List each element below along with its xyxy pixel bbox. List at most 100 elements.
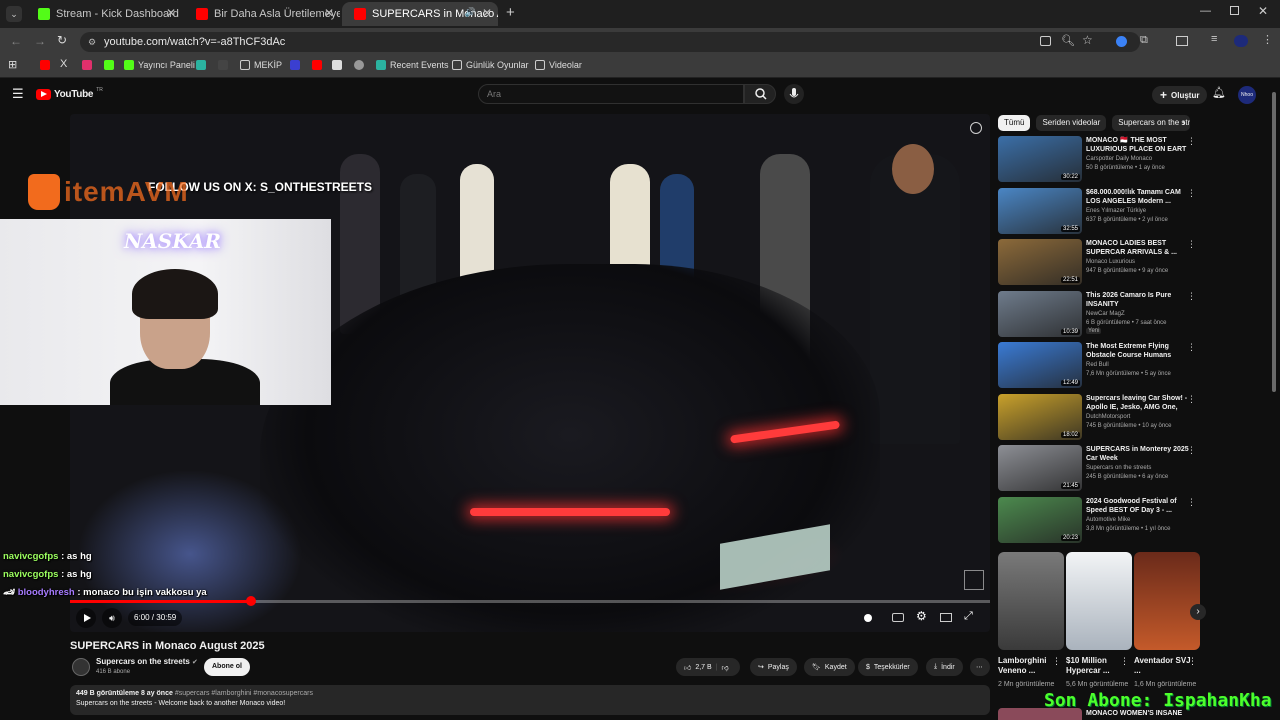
autoplay-toggle[interactable] bbox=[864, 614, 872, 622]
video-thumbnail[interactable]: 12:49 bbox=[998, 342, 1082, 388]
reading-list-icon[interactable]: ≡ bbox=[1211, 33, 1217, 45]
settings-gear-icon[interactable]: ⚙ bbox=[916, 609, 927, 623]
recommended-video[interactable]: 20:23 2024 Goodwood Festival of Speed BES… bbox=[998, 496, 1198, 543]
video-title[interactable]: This 2026 Camaro Is Pure INSANITY bbox=[1086, 291, 1190, 309]
url-bar[interactable]: ⚙ youtube.com/watch?v=-a8ThCF3dAc bbox=[80, 32, 1140, 52]
video-title[interactable]: 2024 Goodwood Festival of Speed BEST OF … bbox=[1086, 497, 1190, 515]
share-button[interactable]: ↪ Paylaş bbox=[750, 658, 797, 676]
recommended-video[interactable]: 32:55 $68.000.000!lık Tamamı CAM LOS ANGE… bbox=[998, 187, 1198, 234]
video-thumbnail[interactable]: 22:51 bbox=[998, 239, 1082, 285]
bookmark-instagram-icon[interactable] bbox=[82, 60, 92, 70]
create-button[interactable]: + Oluştur bbox=[1152, 86, 1208, 104]
video-title[interactable]: MONACO LADIES BEST SUPERCAR ARRIVALS & .… bbox=[1086, 239, 1190, 257]
recommended-video[interactable]: 18:02 Supercars leaving Car Show! - Apoll… bbox=[998, 393, 1198, 440]
video-description[interactable]: 449 B görüntüleme 8 ay önce #supercars #… bbox=[70, 685, 990, 715]
short-thumbnail[interactable] bbox=[998, 552, 1064, 650]
restore-window-icon[interactable] bbox=[1230, 6, 1239, 15]
video-title[interactable]: MONACO 🇲🇨 THE MOST LUXURIOUS PLACE ON EA… bbox=[1086, 136, 1190, 154]
bookmark-icon[interactable] bbox=[290, 60, 300, 70]
desc-tags[interactable]: #supercars #lamborghini #monacosupercars bbox=[175, 690, 313, 697]
bookmark-yayinci-paneli[interactable]: Yayıncı Paneli bbox=[124, 60, 195, 70]
recommended-video[interactable]: 22:51 MONACO LADIES BEST SUPERCAR ARRIVAL… bbox=[998, 239, 1198, 285]
voice-search-button[interactable] bbox=[784, 84, 804, 104]
miniplayer-icon[interactable] bbox=[940, 613, 952, 622]
bookmark-youtube-icon[interactable] bbox=[40, 60, 50, 70]
minimize-window-icon[interactable]: — bbox=[1200, 5, 1211, 17]
chips-next-chevron-icon[interactable]: › bbox=[1182, 117, 1186, 129]
scrollbar[interactable] bbox=[1272, 92, 1276, 392]
close-tab-icon[interactable]: ✕ bbox=[482, 6, 492, 20]
tab-kick-dashboard[interactable]: Stream - Kick Dashboard ✕ bbox=[26, 2, 182, 26]
video-title[interactable]: $68.000.000!lık Tamamı CAM LOS ANGELES M… bbox=[1086, 188, 1190, 206]
bookmark-icon[interactable] bbox=[218, 60, 228, 70]
channel-name[interactable]: Carspotter Daily Monaco bbox=[1086, 156, 1152, 162]
more-options-icon[interactable]: ⋮ bbox=[1187, 497, 1196, 508]
volume-button[interactable]: 🔊︎ bbox=[102, 608, 122, 628]
bookmark-youtube-icon[interactable] bbox=[312, 60, 322, 70]
recommended-video[interactable]: 12:49 The Most Extreme Flying Obstacle Co… bbox=[998, 342, 1198, 388]
play-button[interactable] bbox=[76, 608, 96, 628]
tab-youtube-video-1[interactable]: Bir Daha Asla Üretilemeyecek C ✕ bbox=[184, 2, 340, 26]
fullscreen-icon[interactable]: ⤢ bbox=[964, 610, 973, 623]
search-input[interactable]: Ara bbox=[478, 84, 744, 104]
channel-name[interactable]: Automotive Mike bbox=[1086, 517, 1130, 523]
site-info-icon[interactable]: ⚙ bbox=[88, 32, 96, 52]
like-button[interactable]: 👍︎ 2,7 B | 👎︎ bbox=[676, 658, 740, 676]
subtitles-icon[interactable] bbox=[892, 613, 904, 622]
recommended-video[interactable]: 30:22 MONACO 🇲🇨 THE MOST LUXURIOUS PLACE … bbox=[998, 136, 1198, 182]
progress-bar[interactable] bbox=[70, 596, 990, 606]
download-button[interactable]: ⤓ İndir bbox=[926, 658, 963, 676]
close-tab-icon[interactable]: ✕ bbox=[166, 6, 176, 20]
bookmark-icon[interactable] bbox=[354, 60, 364, 70]
video-thumbnail[interactable]: 20:23 bbox=[998, 496, 1082, 543]
next-rec-title[interactable]: MONACO WOMEN'S INSANE bbox=[1086, 710, 1182, 717]
channel-name[interactable]: Red Bull bbox=[1086, 362, 1109, 368]
install-app-icon[interactable] bbox=[1040, 36, 1051, 46]
channel-name[interactable]: Monaco Luxurious bbox=[1086, 259, 1135, 265]
search-button[interactable] bbox=[744, 84, 776, 104]
short-thumbnail[interactable] bbox=[1066, 552, 1132, 650]
bookmark-videolar[interactable]: Videolar bbox=[535, 60, 582, 70]
short-thumbnail[interactable] bbox=[1134, 552, 1200, 650]
video-thumbnail[interactable]: 32:55 bbox=[998, 187, 1082, 234]
bookmark-kick-icon[interactable] bbox=[104, 60, 114, 70]
account-avatar[interactable]: Nhoo bbox=[1238, 86, 1256, 104]
youtube-logo[interactable]: YouTube TR bbox=[36, 87, 103, 100]
save-button[interactable]: 🔖︎ Kaydet bbox=[804, 658, 855, 676]
more-options-icon[interactable]: ⋮ bbox=[1187, 188, 1196, 199]
more-options-icon[interactable]: ⋮ bbox=[1187, 394, 1196, 405]
reload-icon[interactable]: ↻ bbox=[57, 33, 67, 47]
thanks-button[interactable]: $ Teşekkürler bbox=[858, 658, 918, 676]
zoom-icon[interactable]: 🔍︎ bbox=[1061, 34, 1075, 47]
bookmark-gunluk-oyunlar[interactable]: Günlük Oyunlar bbox=[452, 60, 529, 70]
new-tab-button[interactable]: + bbox=[506, 4, 515, 21]
more-options-icon[interactable]: ⋮ bbox=[1187, 291, 1196, 302]
channel-name[interactable]: Enes Yılmazer Türkiye bbox=[1086, 208, 1146, 214]
chip-series[interactable]: Seriden videolar bbox=[1036, 115, 1107, 131]
notifications-bell-icon[interactable]: 🔔︎ bbox=[1212, 86, 1226, 99]
profile-avatar-icon[interactable] bbox=[1234, 35, 1248, 47]
side-panel-icon[interactable] bbox=[1176, 36, 1188, 46]
channel-name[interactable]: Supercars on the streets ✔ bbox=[96, 657, 198, 666]
channel-watermark-icon[interactable] bbox=[970, 122, 982, 134]
close-window-icon[interactable]: ✕ bbox=[1258, 4, 1268, 18]
video-thumbnail[interactable]: 10:39 bbox=[998, 290, 1082, 337]
tab-list-dropdown-icon[interactable]: ⌄ bbox=[6, 6, 22, 22]
audio-playing-icon[interactable]: 🔊 bbox=[465, 7, 476, 18]
short-more-icon[interactable]: ⋮ bbox=[1120, 656, 1129, 667]
channel-name[interactable]: Supercars on the streets bbox=[1086, 465, 1151, 471]
bookmark-icon[interactable] bbox=[332, 60, 342, 70]
video-title[interactable]: Supercars leaving Car Show! - Apollo IE,… bbox=[1086, 394, 1190, 412]
bookmark-x-icon[interactable]: X bbox=[60, 58, 67, 70]
chip-all[interactable]: Tümü bbox=[998, 115, 1031, 131]
extensions-puzzle-icon[interactable]: ⧉ bbox=[1140, 34, 1148, 47]
chip-channel[interactable]: Supercars on the str bbox=[1112, 115, 1191, 131]
more-options-icon[interactable]: ⋮ bbox=[1187, 342, 1196, 353]
channel-avatar[interactable] bbox=[72, 658, 90, 676]
apps-grid-icon[interactable]: ⊞ bbox=[8, 58, 17, 71]
hamburger-menu-icon[interactable]: ☰ bbox=[12, 86, 24, 102]
more-options-icon[interactable]: ⋮ bbox=[1187, 445, 1196, 456]
more-options-icon[interactable]: ⋮ bbox=[1187, 239, 1196, 250]
bookmark-icon[interactable] bbox=[196, 60, 206, 70]
recommended-video[interactable]: 21:45 SUPERCARS in Monterey 2025 Car Week… bbox=[998, 445, 1198, 491]
